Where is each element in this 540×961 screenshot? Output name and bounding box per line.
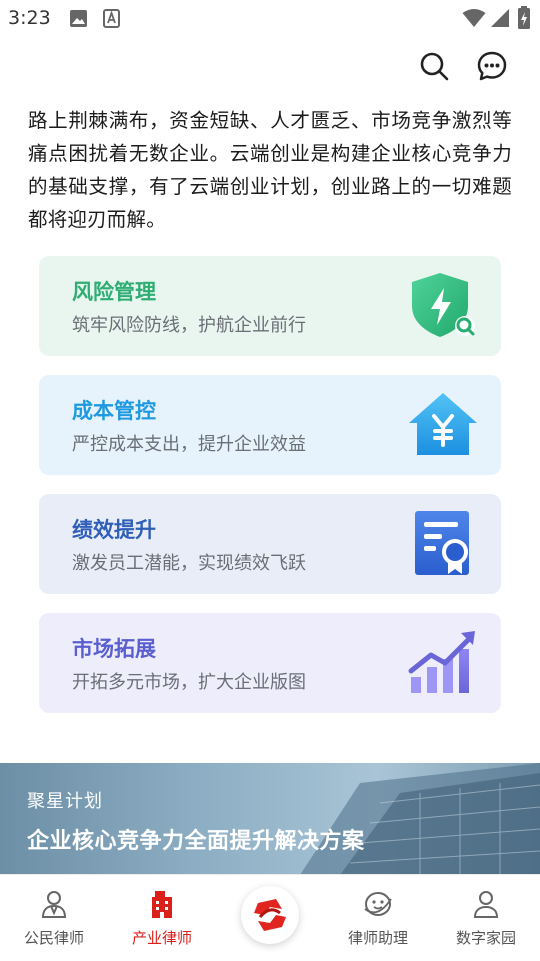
card-description: 开拓多元市场，扩大企业版图 (72, 672, 306, 693)
header-actions (416, 48, 510, 88)
message-button[interactable] (474, 48, 510, 84)
card-description: 激发员工潜能，实现绩效飞跃 (72, 553, 306, 574)
yen-house-icon (409, 393, 477, 455)
card-risk-management[interactable]: 风险管理 筑牢风险防线，护航企业前行 (39, 256, 501, 356)
user-icon (473, 891, 499, 918)
tab-citizen-lawyer[interactable]: 公民律师 (0, 875, 108, 961)
lawyer-icon (41, 891, 67, 918)
search-button[interactable] (416, 48, 452, 84)
card-title: 绩效提升 (72, 517, 156, 542)
card-title: 风险管理 (72, 279, 156, 304)
tab-label: 律师助理 (347, 929, 408, 947)
app-logo-icon (254, 899, 286, 931)
status-bar: 3:23 (0, 0, 540, 38)
tab-label: 公民律师 (23, 929, 84, 947)
card-market-expansion[interactable]: 市场拓展 开拓多元市场，扩大企业版图 (39, 613, 501, 713)
signal-icon (491, 9, 509, 27)
promo-banner[interactable]: 聚星计划 企业核心竞争力全面提升解决方案 (0, 763, 540, 875)
card-description: 筑牢风险防线，护航企业前行 (72, 315, 306, 336)
growth-chart-icon (408, 631, 475, 693)
tab-label: 产业律师 (131, 929, 192, 947)
card-title: 成本管控 (72, 398, 156, 423)
image-notification-icon (70, 10, 87, 27)
card-performance[interactable]: 绩效提升 激发员工潜能，实现绩效飞跃 (39, 494, 501, 594)
status-time: 3:23 (8, 7, 51, 29)
intro-paragraph: 路上荆棘满布，资金短缺、人才匮乏、市场竞争激烈等痛点困扰着无数企业。云端创业是构… (28, 109, 512, 231)
tab-label: 数字家园 (455, 929, 516, 947)
banner-subtitle: 聚星计划 (27, 791, 103, 812)
card-title: 市场拓展 (72, 636, 156, 661)
shield-lightning-icon (412, 273, 475, 337)
tab-digital-home[interactable]: 数字家园 (432, 875, 540, 961)
card-cost-control[interactable]: 成本管控 严控成本支出，提升企业效益 (39, 375, 501, 475)
search-icon (420, 52, 449, 81)
building-background-image (300, 763, 540, 875)
center-logo-button[interactable] (241, 886, 299, 944)
message-icon (477, 51, 507, 81)
wifi-icon (462, 9, 486, 27)
tab-lawyer-assistant[interactable]: 律师助理 (324, 875, 432, 961)
certificate-icon (415, 511, 469, 575)
card-description: 严控成本支出，提升企业效益 (72, 434, 306, 455)
assistant-chat-icon (364, 892, 392, 916)
battery-icon (518, 6, 530, 29)
banner-title: 企业核心竞争力全面提升解决方案 (27, 828, 365, 854)
building-icon (152, 891, 172, 918)
tab-industry-lawyer[interactable]: 产业律师 (108, 875, 216, 961)
font-notification-icon (103, 9, 120, 28)
